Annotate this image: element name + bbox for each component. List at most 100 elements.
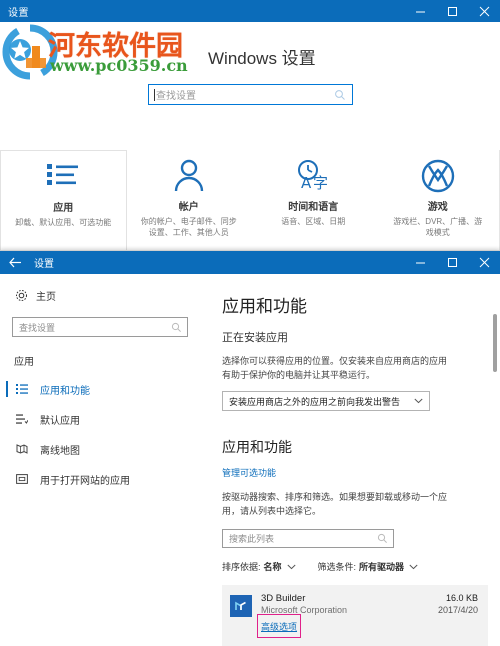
window2-controls — [404, 251, 500, 273]
search-icon — [335, 89, 345, 100]
watermark-logo-icon — [2, 24, 58, 80]
tile-gaming[interactable]: 游戏 游戏栏、DVR、广播、游戏模式 — [376, 150, 500, 256]
window2-minimize-button[interactable] — [404, 251, 436, 273]
svg-text:A: A — [301, 174, 312, 192]
tile-time-language[interactable]: A 字 时间和语言 语音、区域、日期 — [251, 150, 376, 256]
maximize-button[interactable] — [436, 0, 468, 22]
svg-text:字: 字 — [313, 174, 328, 192]
sort-by-value: 名称 — [263, 562, 282, 572]
watermark-url: www.pc0359.cn — [50, 56, 188, 75]
app-name: 3D Builder — [261, 593, 306, 604]
install-source-dropdown-value: 安装应用商店之外的应用之前向我发出警告 — [229, 396, 401, 407]
filter-by-value: 所有驱动器 — [359, 562, 405, 572]
sidebar-item-apps-features[interactable]: 应用和功能 — [0, 374, 200, 404]
app-list-search-input[interactable]: 搜索此列表 — [222, 529, 394, 548]
windows-settings-heading: Windows 设置 — [208, 49, 316, 68]
sidebar-search-placeholder: 查找设置 — [19, 322, 56, 333]
settings-sidebar: 主页 查找设置 应用 应用和功能 默认应用 离线地图 用于打开网站的应用 — [0, 274, 200, 646]
back-button[interactable] — [0, 251, 30, 274]
app-install-date: 2017/4/20 — [437, 605, 478, 615]
advanced-options-link[interactable]: 高级选项 — [261, 622, 297, 632]
window2-maximize-button[interactable] — [436, 251, 468, 273]
apps-list-icon — [45, 157, 81, 197]
page-title: 应用和功能 — [222, 297, 307, 316]
sidebar-item-websites-apps-label: 用于打开网站的应用 — [40, 475, 130, 487]
manage-optional-features-link[interactable]: 管理可选功能 — [222, 466, 276, 479]
apps-features-icon — [14, 383, 30, 395]
tile-accounts[interactable]: 帐户 你的帐户、电子邮件、同步设置、工作、其他人员 — [127, 150, 252, 256]
installing-apps-description: 选择你可以获得应用的位置。仅安装来自应用商店的应用有助于保护你的电脑并让其平稳运… — [222, 356, 448, 380]
window1-titlebar: 设置 — [0, 0, 500, 22]
sort-by-dropdown[interactable]: 排序依据: 名称 — [222, 560, 296, 573]
apps-features-section-heading: 应用和功能 — [222, 439, 292, 455]
chevron-down-icon — [414, 398, 423, 404]
sidebar-item-apps-features-label: 应用和功能 — [40, 385, 90, 397]
settings-search-input[interactable]: 查找设置 — [148, 84, 353, 105]
tile-apps[interactable]: 应用 卸载、默认应用、可选功能 — [0, 150, 127, 256]
window1-title: 设置 — [8, 7, 29, 19]
tile-accounts-title: 帐户 — [178, 202, 199, 213]
advanced-options-wrapper: 高级选项 — [257, 614, 302, 638]
app-list-item-selected[interactable]: 3D Builder Microsoft Corporation 高级选项 16… — [222, 585, 488, 646]
settings-search-placeholder: 查找设置 — [156, 91, 196, 102]
sort-by-label: 排序依据: — [222, 562, 261, 572]
watermark: 河东软件园 www.pc0359.cn — [2, 22, 217, 88]
tile-gaming-subtitle: 游戏栏、DVR、广播、游戏模式 — [393, 217, 483, 237]
window1-controls — [404, 0, 500, 22]
app-meta: 16.0 KB 2017/4/20 — [438, 593, 478, 635]
sidebar-item-offline-maps[interactable]: 离线地图 — [0, 434, 200, 464]
sidebar-item-offline-maps-label: 离线地图 — [40, 445, 80, 457]
clock-language-icon: A 字 — [294, 156, 332, 196]
sidebar-item-default-apps[interactable]: 默认应用 — [0, 404, 200, 434]
tile-gaming-title: 游戏 — [427, 202, 448, 213]
installing-apps-heading: 正在安装应用 — [222, 332, 288, 344]
sidebar-item-default-apps-label: 默认应用 — [40, 415, 80, 427]
app-list-filters: 排序依据: 名称 筛选条件: 所有驱动器 — [222, 560, 478, 573]
websites-apps-icon — [14, 473, 30, 485]
tile-apps-title: 应用 — [53, 203, 74, 214]
app-size: 16.0 KB — [445, 593, 478, 603]
app-info: 3D Builder Microsoft Corporation 高级选项 — [257, 593, 438, 638]
apps-features-content: 应用和功能 正在安装应用 选择你可以获得应用的位置。仅安装来自应用商店的应用有助… — [200, 274, 500, 646]
apps-features-window: 设置 主页 查找设置 应用 应用和功能 默认应用 离线地图 用于打开网站的应用 … — [0, 250, 500, 646]
tile-accounts-subtitle: 你的帐户、电子邮件、同步设置、工作、其他人员 — [140, 217, 237, 237]
sidebar-search-input[interactable]: 查找设置 — [12, 317, 188, 337]
content-scrollbar-thumb[interactable] — [493, 314, 497, 372]
app-list-search-placeholder: 搜索此列表 — [229, 534, 275, 544]
sidebar-home[interactable]: 主页 — [0, 284, 200, 307]
close-button[interactable] — [468, 0, 500, 22]
filter-by-dropdown[interactable]: 筛选条件: 所有驱动器 — [318, 560, 419, 573]
app-publisher: Microsoft Corporation — [261, 605, 348, 615]
sidebar-item-websites-apps[interactable]: 用于打开网站的应用 — [0, 464, 200, 494]
watermark-site-name: 河东软件园 — [48, 31, 183, 62]
search-icon — [171, 322, 181, 332]
sidebar-home-label: 主页 — [36, 292, 56, 303]
app-row: 3D Builder Microsoft Corporation 高级选项 16… — [230, 593, 478, 638]
install-source-dropdown[interactable]: 安装应用商店之外的应用之前向我发出警告 — [222, 391, 430, 411]
xbox-gaming-icon — [421, 156, 455, 196]
window2-titlebar: 设置 — [0, 251, 500, 274]
minimize-button[interactable] — [404, 0, 436, 22]
sidebar-group-label: 应用 — [14, 357, 34, 368]
window2-body: 主页 查找设置 应用 应用和功能 默认应用 离线地图 用于打开网站的应用 应用和… — [0, 274, 500, 646]
content-scrollbar[interactable] — [493, 300, 497, 640]
window1-body: 河东软件园 www.pc0359.cn Windows 设置 查找设置 应用 卸… — [0, 22, 500, 260]
chevron-down-icon — [409, 564, 418, 569]
gear-icon — [12, 289, 30, 302]
chevron-down-icon — [286, 564, 296, 569]
search-icon — [377, 533, 387, 543]
filter-by-label: 筛选条件: — [317, 562, 357, 572]
tile-apps-subtitle: 卸载、默认应用、可选功能 — [15, 218, 112, 227]
window2-title: 设置 — [34, 259, 54, 270]
tile-time-language-title: 时间和语言 — [288, 202, 339, 213]
tile-time-language-subtitle: 语音、区域、日期 — [281, 217, 346, 226]
account-person-icon — [173, 156, 205, 196]
default-apps-icon — [14, 413, 30, 425]
screenshot-root: 设置 河东软件园 www.pc0359.cn Windows 设置 查找设置 应… — [0, 0, 500, 646]
text-caret — [154, 88, 155, 101]
settings-category-tiles: 应用 卸载、默认应用、可选功能 帐户 你的帐户、电子邮件、同步设置、工作、其他人… — [0, 150, 500, 256]
settings-home-window: 设置 河东软件园 www.pc0359.cn Windows 设置 查找设置 应… — [0, 0, 500, 260]
window2-close-button[interactable] — [468, 251, 500, 273]
offline-maps-icon — [14, 443, 30, 455]
apps-features-description: 按驱动器搜索、排序和筛选。如果想要卸载或移动一个应用，请从列表中选择它。 — [222, 492, 448, 516]
